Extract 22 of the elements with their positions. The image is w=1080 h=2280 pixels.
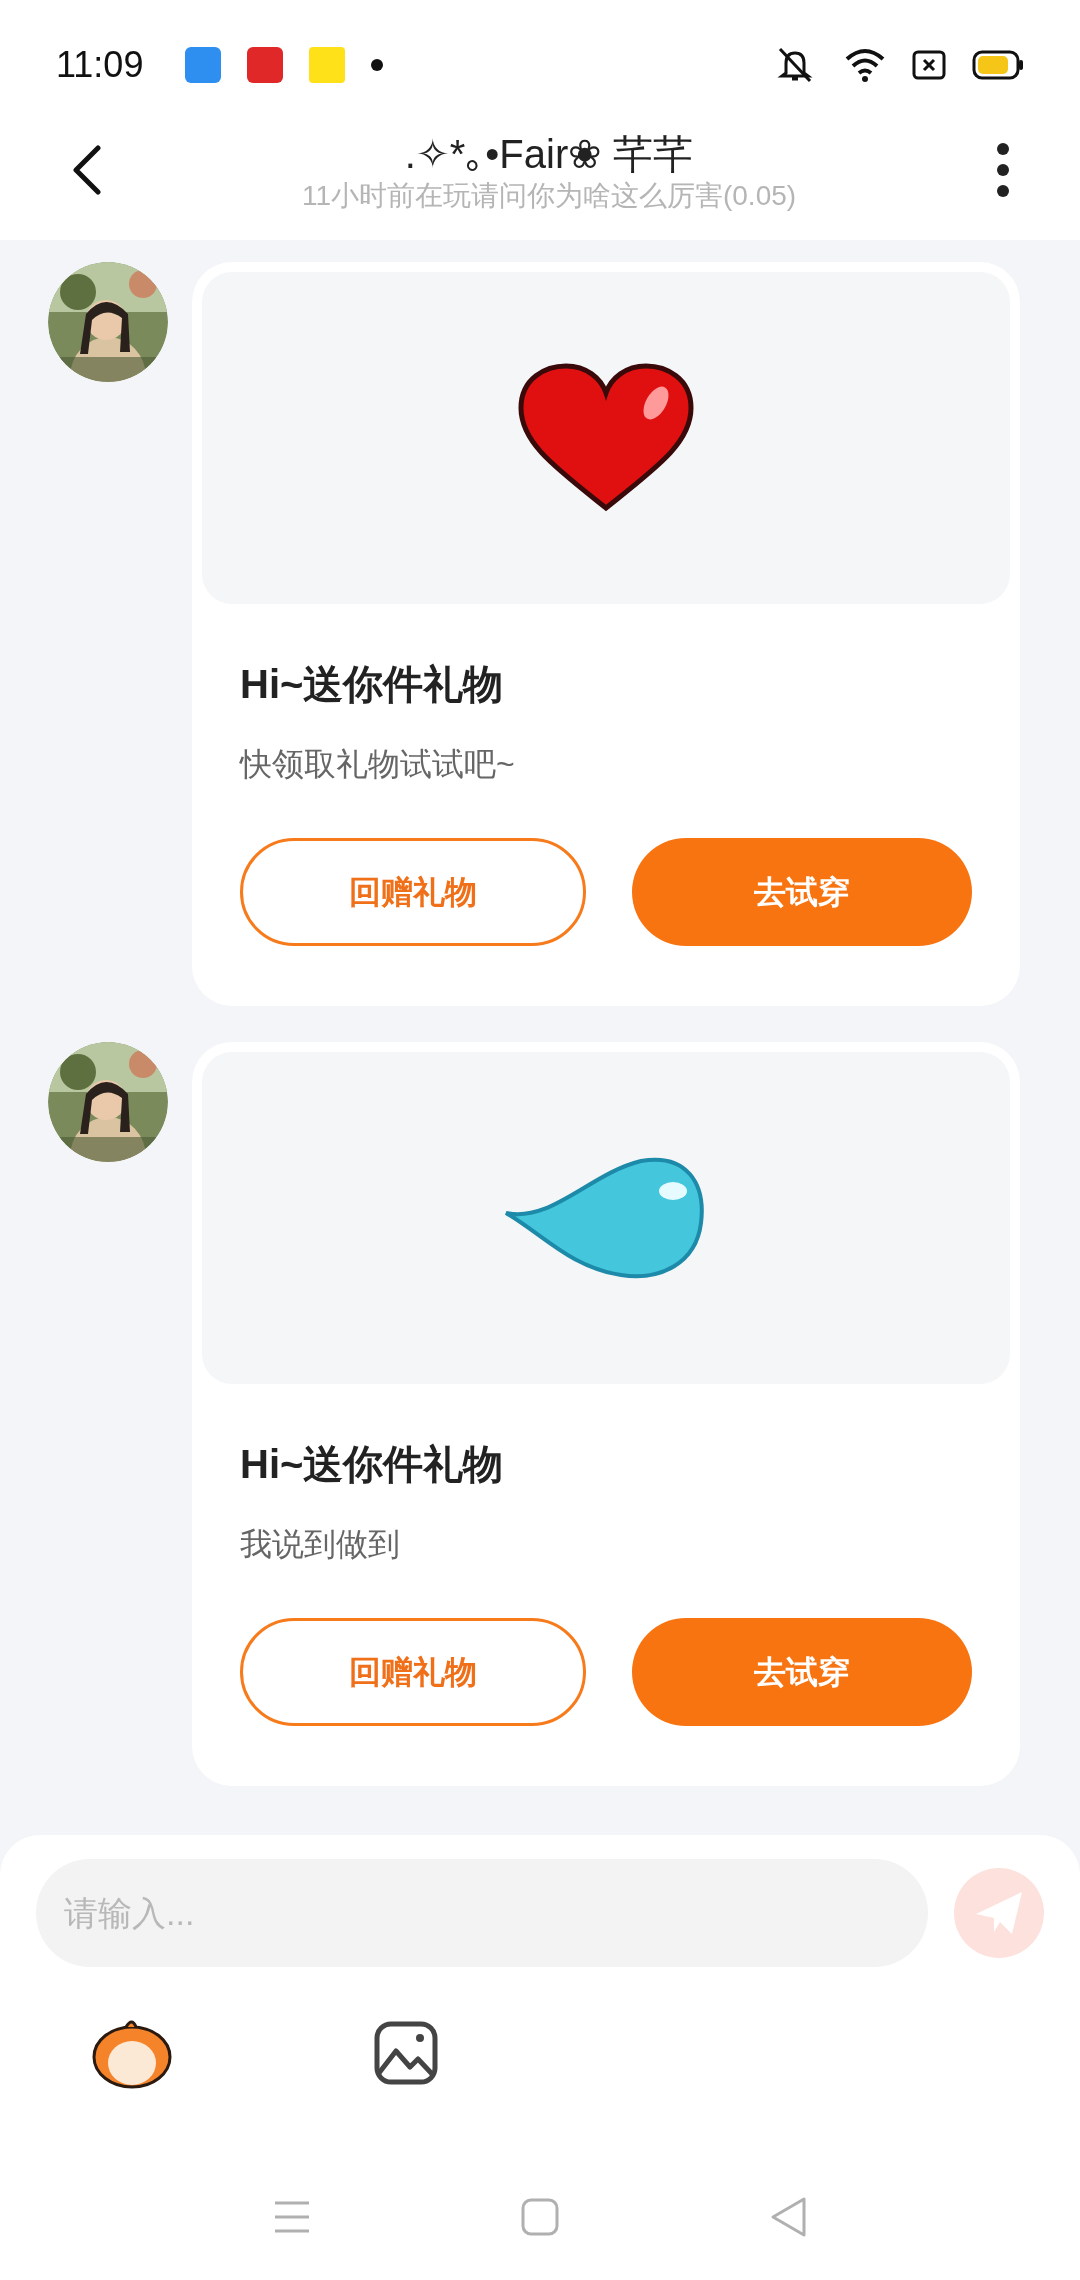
app-icon xyxy=(185,47,222,83)
gift-message: 我说到做到 xyxy=(240,1525,401,1564)
message-input[interactable]: 请输入... xyxy=(36,1859,928,1967)
return-gift-button[interactable]: 回赠礼物 xyxy=(240,1618,586,1726)
chat-title: .✧*｡•Fair❀ 芊芊 xyxy=(404,131,694,178)
back-icon[interactable] xyxy=(70,145,102,195)
app-icon xyxy=(309,47,346,83)
more-icon[interactable] xyxy=(996,142,1010,198)
battery-icon xyxy=(972,50,1024,80)
sim-icon xyxy=(912,50,946,80)
try-on-button[interactable]: 去试穿 xyxy=(632,838,972,946)
app-icon xyxy=(247,47,284,83)
gift-title: Hi~送你件礼物 xyxy=(240,1441,505,1488)
status-time: 11:09 xyxy=(56,43,144,87)
gift-message: 快领取礼物试试吧~ xyxy=(240,745,516,784)
status-subtitle: 11小时前在玩请问你为啥这么厉害(0.05) xyxy=(301,179,797,213)
heart-icon xyxy=(516,363,696,513)
try-on-button[interactable]: 去试穿 xyxy=(632,1618,972,1726)
wifi-icon xyxy=(844,47,886,83)
image-icon[interactable] xyxy=(374,2021,438,2085)
gift-title: Hi~送你件礼物 xyxy=(240,661,505,708)
return-gift-button[interactable]: 回赠礼物 xyxy=(240,838,586,946)
